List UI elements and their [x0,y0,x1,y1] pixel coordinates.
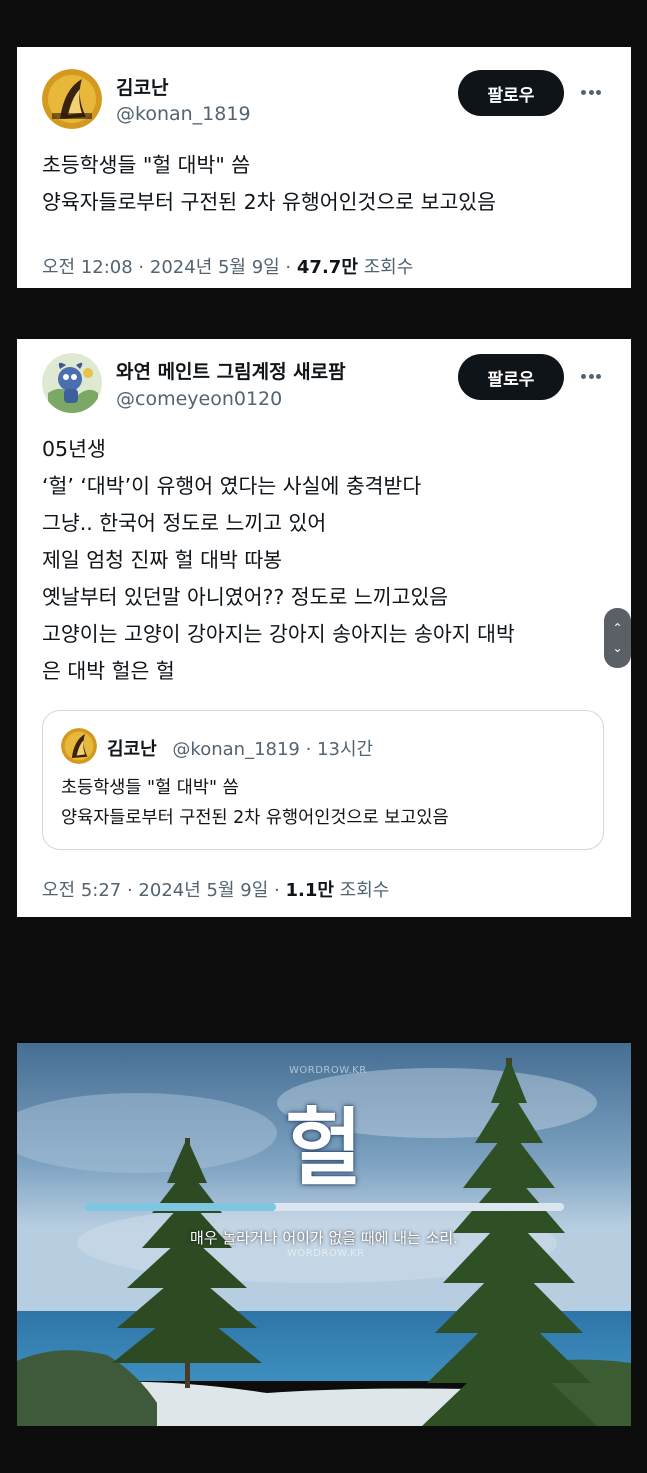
author-name[interactable]: 김코난 [116,73,168,100]
quoted-author-handle: @konan_1819 [172,739,300,760]
tweet-time[interactable]: 오전 5:27 · 2024년 5월 9일 · [42,880,280,901]
dictionary-image: WORDROW.KR 헐 매우 놀라거나 어이가 없을 때에 내는 소리. WO… [17,1043,631,1426]
tweet-line: ‘헐’ ‘대박’이 유행어 였다는 사실에 충격받다 [42,474,422,498]
author-name[interactable]: 와연 메인트 그림계정 새로팜 [116,357,346,384]
more-icon[interactable] [581,374,601,380]
tweet-time[interactable]: 오전 12:08 · 2024년 5월 9일 · [42,257,291,278]
progress-bar-fill [84,1203,276,1211]
quoted-line: 양육자들로부터 구전된 2차 유행어인것으로 보고있음 [61,808,449,828]
view-count: 47.7만 [296,257,358,278]
avatar-konan-icon [42,69,102,129]
tweet-line: 그냥.. 한국어 정도로 느끼고 있어 [42,511,327,535]
tweet-card-1: 김코난 @konan_1819 팔로우 초등학생들 "헐 대박" 씀 양육자들로… [17,47,631,288]
quoted-tweet-body: 초등학생들 "헐 대박" 씀 양육자들로부터 구전된 2차 유행어인것으로 보고… [61,773,449,833]
tweet-line: 제일 엄청 진짜 헐 대박 따봉 [42,548,283,572]
tweet-line: 고양이는 고양이 강아지는 강아지 송아지는 송아지 대박 [42,622,515,646]
watermark: WORDROW.KR [289,1065,367,1076]
definition-text: 매우 놀라거나 어이가 없을 때에 내는 소리. [190,1229,458,1247]
tweet-line: 양육자들로부터 구전된 2차 유행어인것으로 보고있음 [42,190,497,214]
avatar [61,728,97,764]
tweet-body: 05년생 ‘헐’ ‘대박’이 유행어 였다는 사실에 충격받다 그냥.. 한국어… [42,431,515,690]
tweet-card-2: 와연 메인트 그림계정 새로팜 @comeyeon0120 팔로우 05년생 ‘… [17,339,631,917]
tweet-body: 초등학생들 "헐 대박" 씀 양육자들로부터 구전된 2차 유행어인것으로 보고… [42,147,496,221]
view-label: 조회수 [339,880,390,901]
avatar-comeyeon-icon [42,353,102,413]
author-handle[interactable]: @konan_1819 [116,103,251,125]
quoted-author-name: 김코난 [107,739,157,760]
avatar-konan-icon [61,728,97,764]
progress-bar [84,1203,564,1211]
chevron-down-icon[interactable]: ⌄ [612,638,622,658]
chevron-up-icon[interactable]: ⌃ [612,618,622,638]
headword: 헐 [285,1099,363,1197]
author-handle[interactable]: @comeyeon0120 [116,388,282,410]
tweet-meta: 오전 12:08 · 2024년 5월 9일 · 47.7만 조회수 [42,253,413,279]
quoted-age: · 13시간 [305,739,374,760]
watermark: WORDROW.KR [287,1248,365,1259]
tweet-line: 05년생 [42,437,106,461]
avatar[interactable] [42,69,102,129]
follow-button[interactable]: 팔로우 [458,70,564,116]
quoted-line: 초등학생들 "헐 대박" 씀 [61,778,239,798]
view-label: 조회수 [363,257,414,278]
tweet-meta: 오전 5:27 · 2024년 5월 9일 · 1.1만 조회수 [42,876,389,902]
follow-button[interactable]: 팔로우 [458,354,564,400]
avatar[interactable] [42,353,102,413]
quoted-tweet[interactable]: 김코난 @konan_1819 · 13시간 초등학생들 "헐 대박" 씀 양육… [42,710,604,850]
tweet-line: 은 대박 헐은 헐 [42,659,175,683]
more-icon[interactable] [581,90,601,96]
view-count: 1.1만 [285,880,334,901]
scroll-buttons[interactable]: ⌃ ⌄ [604,608,631,668]
quoted-tweet-header: 김코난 @konan_1819 · 13시간 [107,735,373,761]
tweet-line: 초등학생들 "헐 대박" 씀 [42,153,251,177]
tweet-line: 옛날부터 있던말 아니였어?? 정도로 느끼고있음 [42,585,449,609]
